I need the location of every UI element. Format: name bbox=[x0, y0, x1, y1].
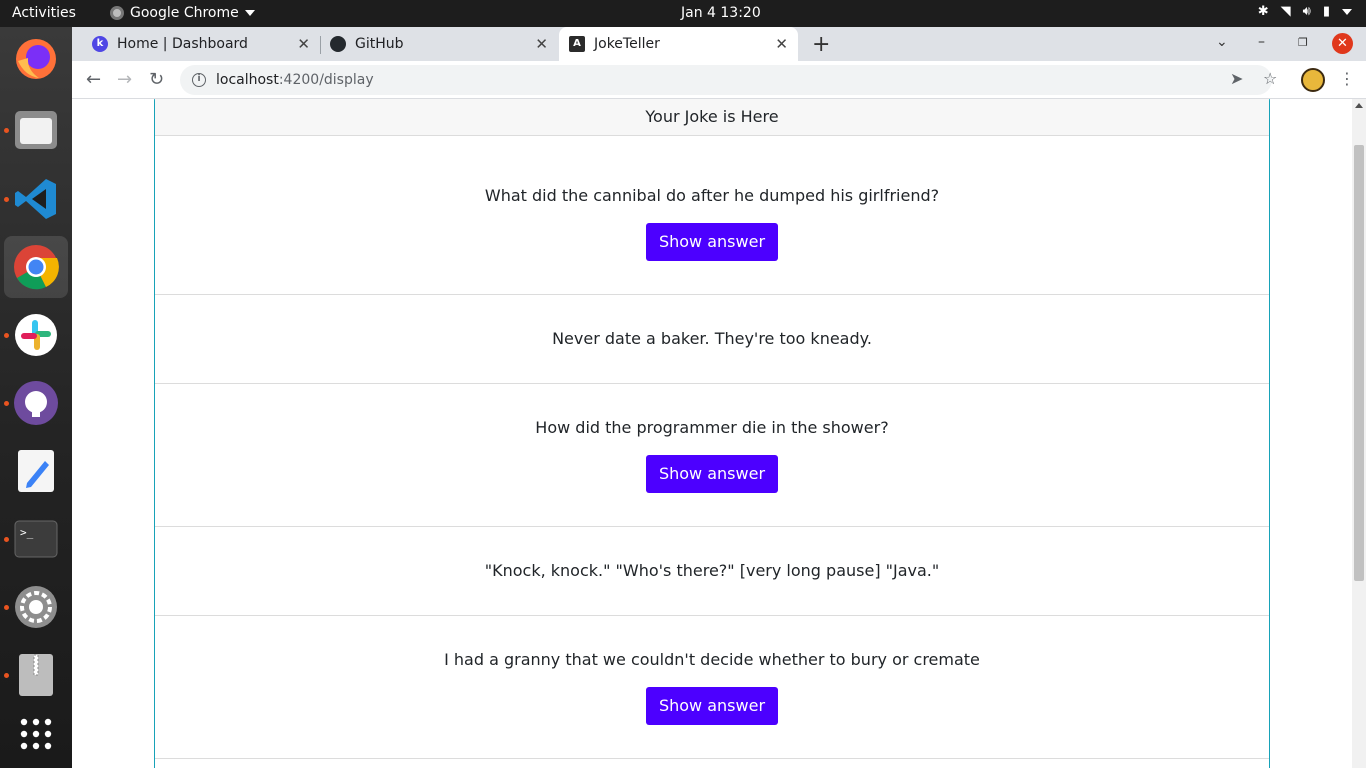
github-icon bbox=[330, 36, 346, 52]
browser-toolbar: ← → ↻ i localhost:4200/display ➤ ☆ ⋮ bbox=[72, 61, 1366, 99]
joke-text: What did the cannibal do after he dumped… bbox=[484, 186, 940, 205]
card-header: Your Joke is Here bbox=[155, 99, 1269, 136]
tab-joketeller[interactable]: A JokeTeller ✕ bbox=[559, 27, 798, 61]
joke-item: What did the cannibal do after he dumped… bbox=[155, 136, 1269, 295]
battery-icon: ▮ bbox=[1322, 4, 1330, 19]
joke-text: I had a granny that we couldn't decide w… bbox=[444, 650, 980, 669]
tab-search-icon[interactable]: ⌄ bbox=[1216, 34, 1228, 50]
joke-text: "Knock, knock." "Who's there?" [very lon… bbox=[484, 561, 940, 580]
chrome-icon[interactable] bbox=[4, 236, 68, 298]
running-indicator bbox=[4, 605, 9, 610]
minimize-icon[interactable]: – bbox=[1258, 34, 1265, 50]
running-indicator bbox=[4, 333, 9, 338]
text-editor-icon[interactable] bbox=[13, 448, 59, 494]
tab-home-dashboard[interactable]: k Home | Dashboard ✕ bbox=[80, 27, 320, 61]
slack-tray-icon[interactable]: ✱ bbox=[1258, 4, 1269, 19]
github-desktop-icon[interactable] bbox=[13, 380, 59, 426]
tab-title: JokeTeller bbox=[594, 36, 660, 52]
window-close-button[interactable]: ✕ bbox=[1332, 33, 1353, 54]
chevron-down-icon bbox=[244, 10, 255, 16]
joke-item: "Knock, knock." "Who's there?" [very lon… bbox=[155, 527, 1269, 616]
dock: >_ bbox=[0, 27, 72, 768]
firefox-icon[interactable] bbox=[13, 36, 59, 82]
restore-icon[interactable]: ❐ bbox=[1298, 36, 1308, 49]
show-applications-icon[interactable] bbox=[13, 711, 59, 757]
k-icon: k bbox=[92, 36, 108, 52]
tab-title: Home | Dashboard bbox=[117, 36, 248, 52]
clock[interactable]: Jan 4 13:20 bbox=[681, 5, 761, 21]
angular-icon: A bbox=[569, 36, 585, 52]
bookmark-star-icon[interactable]: ☆ bbox=[1263, 69, 1277, 88]
running-indicator bbox=[4, 673, 9, 678]
joke-item: Never date a baker. They're too kneady. bbox=[155, 295, 1269, 384]
url-path: :4200/display bbox=[278, 72, 374, 88]
files-icon[interactable] bbox=[13, 107, 59, 153]
close-icon[interactable]: ✕ bbox=[775, 35, 788, 53]
site-info-icon[interactable]: i bbox=[192, 73, 206, 87]
joke-text: How did the programmer die in the shower… bbox=[535, 418, 889, 437]
app-menu[interactable]: Google Chrome bbox=[110, 5, 255, 21]
system-top-bar: Activities Google Chrome Jan 4 13:20 ✱ ◥… bbox=[0, 0, 1366, 27]
close-icon[interactable]: ✕ bbox=[297, 35, 310, 53]
terminal-icon[interactable]: >_ bbox=[13, 516, 59, 562]
slack-icon[interactable] bbox=[13, 312, 59, 358]
scroll-up-arrow-icon[interactable] bbox=[1355, 103, 1363, 108]
address-bar[interactable]: i localhost:4200/display bbox=[180, 65, 1272, 95]
tab-github[interactable]: GitHub ✕ bbox=[322, 27, 558, 61]
wifi-icon: ◥ bbox=[1280, 4, 1291, 19]
svg-text:>_: >_ bbox=[20, 526, 34, 539]
activities-button[interactable]: Activities bbox=[12, 5, 76, 21]
tab-separator bbox=[320, 36, 321, 54]
volume-icon: 🔊︎ bbox=[1302, 4, 1311, 19]
send-icon[interactable]: ➤ bbox=[1230, 69, 1243, 88]
show-answer-button[interactable]: Show answer bbox=[645, 687, 779, 725]
new-tab-button[interactable]: + bbox=[812, 32, 830, 57]
joke-text: Never date a baker. They're too kneady. bbox=[552, 329, 872, 348]
show-answer-button[interactable]: Show answer bbox=[645, 223, 779, 261]
show-answer-button[interactable]: Show answer bbox=[645, 455, 779, 493]
running-indicator bbox=[4, 537, 9, 542]
joke-card: Your Joke is Here What did the cannibal … bbox=[154, 99, 1270, 768]
back-arrow-icon[interactable]: ← bbox=[86, 69, 101, 90]
app-menu-label: Google Chrome bbox=[130, 5, 239, 21]
tab-title: GitHub bbox=[355, 36, 404, 52]
browser-window: k Home | Dashboard ✕ GitHub ✕ A JokeTell… bbox=[72, 27, 1366, 768]
more-menu-icon[interactable]: ⋮ bbox=[1339, 69, 1355, 88]
settings-icon[interactable] bbox=[13, 584, 59, 630]
joke-item: How did the programmer die in the shower… bbox=[155, 384, 1269, 527]
system-tray[interactable]: ✱ ◥ 🔊︎ ▮ bbox=[1258, 4, 1352, 19]
page-scrollbar[interactable] bbox=[1352, 99, 1366, 768]
joke-item: I had a granny that we couldn't decide w… bbox=[155, 616, 1269, 759]
forward-arrow-icon[interactable]: → bbox=[117, 69, 132, 90]
archive-manager-icon[interactable] bbox=[13, 652, 59, 698]
tab-strip: k Home | Dashboard ✕ GitHub ✕ A JokeTell… bbox=[72, 27, 1366, 61]
reload-icon[interactable]: ↻ bbox=[149, 69, 164, 90]
url-host: localhost bbox=[216, 72, 279, 88]
close-icon[interactable]: ✕ bbox=[535, 35, 548, 53]
scrollbar-thumb[interactable] bbox=[1354, 145, 1364, 581]
vscode-icon[interactable] bbox=[13, 176, 59, 222]
profile-avatar[interactable] bbox=[1301, 68, 1325, 92]
page-viewport: Your Joke is Here What did the cannibal … bbox=[72, 99, 1352, 768]
chrome-small-icon bbox=[110, 6, 124, 20]
chevron-down-icon bbox=[1342, 8, 1352, 15]
running-indicator bbox=[4, 401, 9, 406]
running-indicator bbox=[4, 128, 9, 133]
running-indicator bbox=[4, 197, 9, 202]
